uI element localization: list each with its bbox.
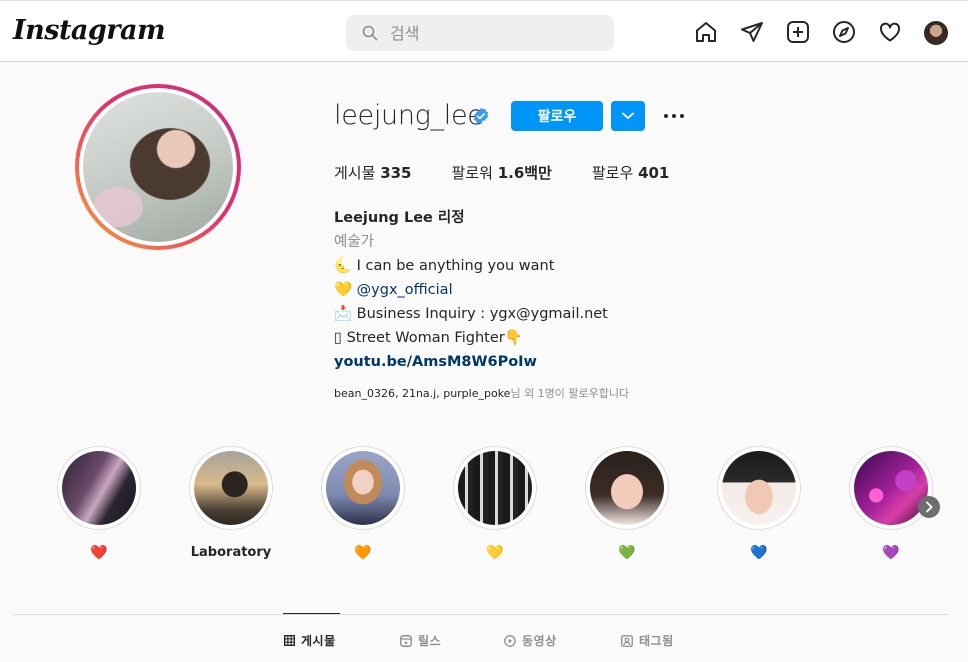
- profile-picture-story-ring[interactable]: [75, 84, 241, 250]
- active-tab-indicator: [283, 613, 340, 614]
- highlight-cover: [722, 451, 796, 525]
- tab-tagged[interactable]: 태그됨: [621, 632, 674, 649]
- nav-icons: [694, 20, 924, 44]
- search-icon: [362, 25, 378, 41]
- search-input[interactable]: [390, 23, 590, 43]
- instagram-logo[interactable]: Instagram: [13, 15, 166, 46]
- highlight-cover: [326, 451, 400, 525]
- highlight-cover: [590, 451, 664, 525]
- search-box[interactable]: [346, 15, 614, 51]
- bio-line: ▯ Street Woman Fighter👇: [334, 330, 523, 346]
- tab-reels[interactable]: 릴스: [400, 632, 441, 649]
- highlight-label: 💚: [618, 545, 636, 561]
- profile-full-name: Leejung Lee 리정: [334, 210, 465, 226]
- grid-icon: [284, 635, 295, 646]
- activity-heart-icon[interactable]: [878, 20, 902, 44]
- suggested-accounts-dropdown-button[interactable]: [611, 101, 645, 131]
- reels-icon: [400, 634, 412, 647]
- highlight-label: Laboratory: [190, 545, 272, 560]
- mention-link[interactable]: @ygx_official: [357, 282, 453, 298]
- highlight-item[interactable]: ❤️: [57, 446, 141, 562]
- external-link[interactable]: youtu.be/AmsM8W6PoIw: [334, 350, 608, 374]
- explore-icon[interactable]: [832, 20, 856, 44]
- tab-posts[interactable]: 게시물: [284, 632, 336, 649]
- profile-stats: 게시물 335 팔로워 1.6백만 팔로우 401: [334, 162, 709, 183]
- followed-by-text[interactable]: bean_0326, 21na.j, purple_poke님 외 1명이 팔로…: [334, 385, 629, 401]
- profile-avatar[interactable]: [924, 21, 948, 45]
- chevron-right-icon[interactable]: [918, 496, 940, 518]
- more-options-icon[interactable]: [662, 106, 686, 126]
- highlight-cover: [62, 451, 136, 525]
- highlight-cover: [458, 451, 532, 525]
- top-navigation-bar: Instagram: [0, 0, 968, 62]
- follow-button[interactable]: 팔로우: [511, 101, 603, 131]
- bio-line: 🌜 I can be anything you want: [334, 258, 555, 274]
- highlight-label: 💜: [882, 545, 900, 561]
- highlight-label: 🧡: [354, 545, 372, 561]
- video-play-icon: [504, 634, 516, 647]
- highlight-label: 💙: [750, 545, 768, 561]
- verified-badge-icon: [473, 107, 489, 125]
- following-count[interactable]: 팔로우 401: [592, 162, 670, 183]
- chevron-down-icon: [622, 112, 634, 120]
- followers-count[interactable]: 팔로워 1.6백만: [452, 162, 552, 183]
- profile-username: leejung_lee: [334, 100, 484, 131]
- highlight-label: 💛: [486, 545, 504, 561]
- tagged-icon: [621, 634, 633, 647]
- tabs-divider: [13, 614, 948, 615]
- bio-line-mention: 💛 @ygx_official: [334, 282, 453, 298]
- highlight-item[interactable]: 💚: [585, 446, 669, 562]
- highlight-item[interactable]: 🧡: [321, 446, 405, 562]
- highlight-cover: [854, 451, 928, 525]
- direct-message-icon[interactable]: [740, 20, 764, 44]
- posts-count: 게시물 335: [334, 164, 412, 182]
- profile-bio: Leejung Lee 리정 예술가 🌜 I can be anything y…: [334, 206, 608, 374]
- profile-picture[interactable]: [83, 92, 233, 242]
- highlight-item[interactable]: 💙: [717, 446, 801, 562]
- story-highlights: ❤️ Laboratory 🧡 💛 💚 💙 💜: [57, 446, 940, 566]
- bio-line: 📩 Business Inquiry : ygx@ygmail.net: [334, 306, 608, 322]
- highlight-label: ❤️: [90, 545, 108, 561]
- highlight-cover: [194, 451, 268, 525]
- profile-category: 예술가: [334, 234, 375, 250]
- new-post-icon[interactable]: [786, 20, 810, 44]
- home-icon[interactable]: [694, 20, 718, 44]
- highlight-item[interactable]: Laboratory: [189, 446, 273, 562]
- tab-videos[interactable]: 동영상: [504, 632, 557, 649]
- highlight-item[interactable]: 💛: [453, 446, 537, 562]
